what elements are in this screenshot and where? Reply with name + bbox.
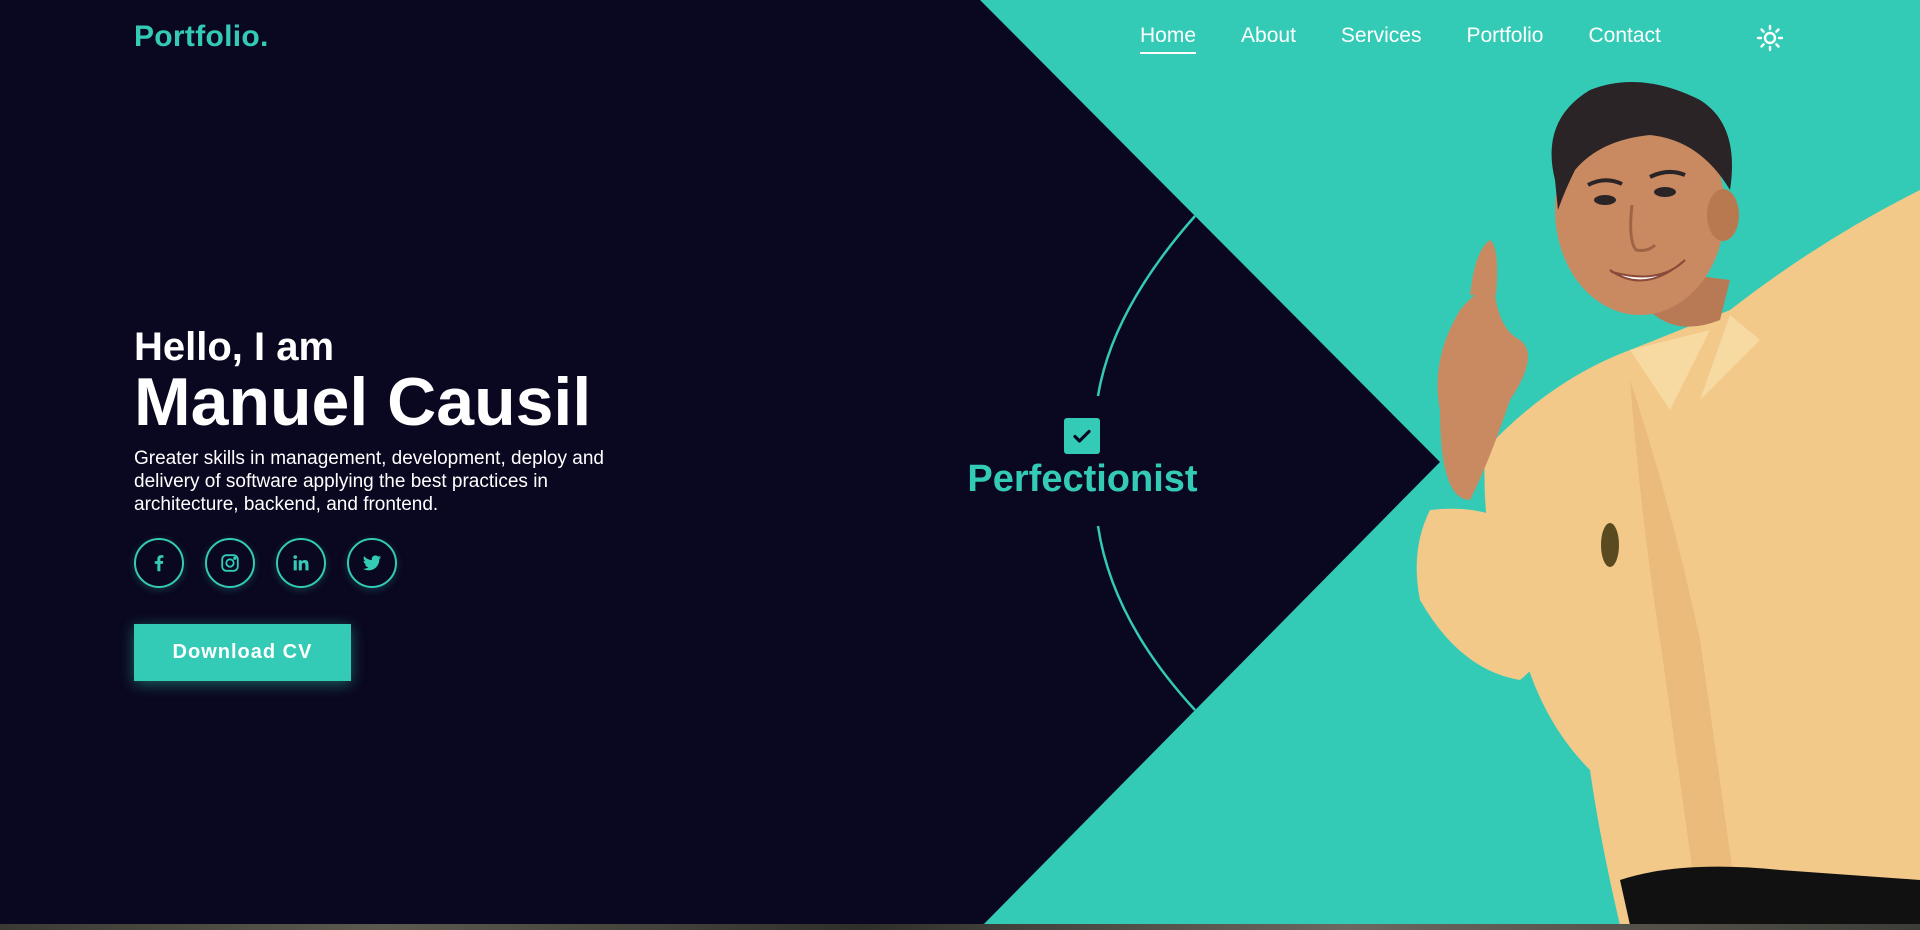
badge-label: Perfectionist: [967, 458, 1198, 500]
check-icon: [1064, 418, 1100, 454]
nav-portfolio[interactable]: Portfolio: [1466, 24, 1543, 52]
download-cv-button[interactable]: Download CV: [134, 624, 351, 681]
linkedin-icon[interactable]: [276, 538, 326, 588]
hero-name: Manuel Causil: [134, 364, 592, 440]
nav-home[interactable]: Home: [1140, 24, 1197, 54]
facebook-icon[interactable]: [134, 538, 184, 588]
twitter-icon[interactable]: [347, 538, 397, 588]
nav-contact[interactable]: Contact: [1589, 24, 1661, 52]
bottom-strip: [0, 924, 1920, 930]
site-logo[interactable]: Portfolio.: [134, 20, 269, 54]
profile-photo: [1416, 82, 1920, 925]
hero-description: Greater skills in management, developmen…: [134, 448, 604, 515]
main-nav: Home About Services Portfolio Contact: [1140, 24, 1706, 54]
hero-greeting: Hello, I am: [134, 325, 335, 369]
home-page: Portfolio. Home About Services Portfolio…: [0, 0, 1920, 930]
nav-about[interactable]: About: [1241, 24, 1296, 52]
nav-services[interactable]: Services: [1341, 24, 1422, 52]
sun-icon[interactable]: [1756, 24, 1784, 52]
hero-intro: Hello, I am Manuel Causil Greater skills…: [134, 325, 694, 516]
instagram-icon[interactable]: [205, 538, 255, 588]
social-links: [134, 538, 418, 588]
